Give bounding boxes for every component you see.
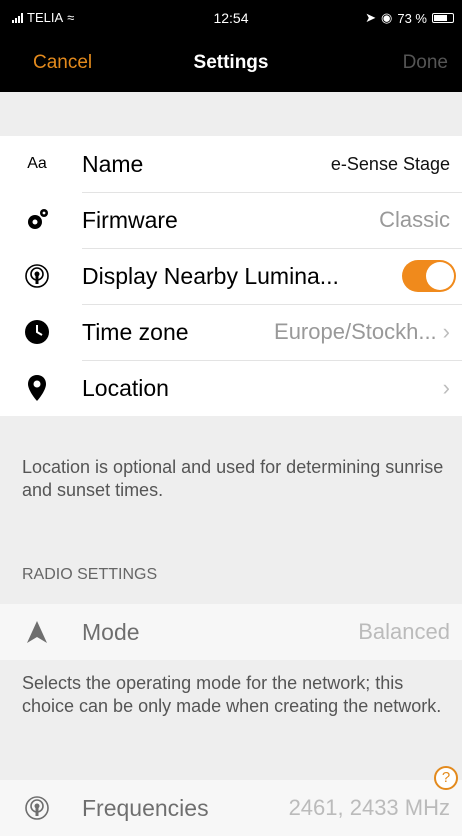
alarm-icon: ◉ (381, 10, 393, 25)
timezone-row[interactable]: Time zone Europe/Stockh... › (0, 304, 462, 360)
name-label: Name (82, 150, 144, 177)
mode-note: Selects the operating mode for the netwo… (22, 673, 442, 716)
settings-group: Aa Name e-Sense Stage Firmware Classic D… (0, 136, 462, 416)
location-chevron: › (437, 375, 450, 401)
mode-row: Mode Balanced (0, 604, 462, 660)
status-bar: TELIA ≈ 12:54 ➤ ◉ 73 % (0, 0, 462, 36)
mode-value: Balanced (358, 619, 450, 644)
navigation-arrow-icon (22, 617, 52, 647)
chevron-right-icon: › (442, 375, 450, 400)
name-row[interactable]: Aa Name e-Sense Stage (0, 136, 462, 192)
firmware-value: Classic (379, 207, 450, 232)
location-row[interactable]: Location › (0, 360, 462, 416)
radio-settings-header: RADIO SETTINGS (22, 566, 158, 583)
timezone-label: Time zone (82, 318, 189, 345)
name-value[interactable]: e-Sense Stage (331, 154, 450, 175)
broadcast-icon (22, 261, 52, 291)
page-title: Settings (193, 52, 269, 73)
gears-icon (22, 205, 52, 235)
clock-icon (22, 317, 52, 347)
frequencies-group: Frequencies 2461, 2433 MHz (0, 780, 462, 836)
help-button[interactable]: ? (434, 766, 458, 790)
location-pin-icon (22, 373, 52, 403)
done-button[interactable]: Done (403, 52, 448, 74)
broadcast-icon (22, 793, 52, 823)
location-note: Location is optional and used for determ… (22, 457, 444, 500)
frequencies-row: Frequencies 2461, 2433 MHz (0, 780, 462, 836)
timezone-value: Europe/Stockh... › (274, 319, 450, 344)
nearby-luminaires-label: Display Nearby Lumina... (82, 262, 339, 289)
navigation-bar: Cancel Settings Done (0, 36, 462, 92)
toggle-knob (426, 262, 454, 290)
nearby-luminaires-row: Display Nearby Lumina... (0, 248, 462, 304)
status-right: ➤ ◉ 73 % (365, 10, 454, 26)
nearby-luminaires-toggle[interactable] (402, 260, 456, 292)
frequencies-label: Frequencies (82, 794, 209, 821)
radio-mode-group: Mode Balanced (0, 604, 462, 660)
firmware-row[interactable]: Firmware Classic (0, 192, 462, 248)
frequencies-value: 2461, 2433 MHz (288, 795, 450, 820)
location-label: Location (82, 374, 169, 401)
text-aa-icon: Aa (27, 155, 47, 172)
battery-icon (432, 13, 454, 23)
mode-label: Mode (82, 618, 140, 645)
firmware-label: Firmware (82, 206, 178, 233)
location-arrow-icon: ➤ (365, 10, 377, 25)
battery-percent: 73 % (397, 10, 427, 26)
chevron-right-icon: › (442, 319, 450, 344)
